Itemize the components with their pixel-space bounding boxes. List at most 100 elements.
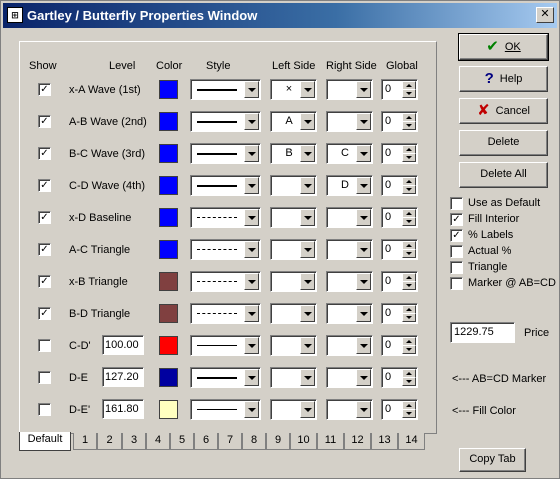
checkbox-box[interactable] [450,245,463,258]
chevron-down-icon[interactable] [244,145,259,162]
tab-2[interactable]: 2 [97,433,122,450]
chevron-down-icon[interactable] [244,337,259,354]
show-checkbox[interactable]: ✓ [38,83,51,96]
tab-14[interactable]: 14 [398,433,425,450]
right-side-dropdown[interactable]: D [326,175,373,196]
left-side-dropdown[interactable] [270,271,317,292]
help-button[interactable]: ? Help [459,66,548,92]
color-swatch[interactable] [159,400,178,419]
spin-down-icon[interactable] [402,281,416,290]
tab-5[interactable]: 5 [170,433,194,450]
style-dropdown[interactable] [190,207,261,228]
chevron-down-icon[interactable] [244,177,259,194]
chevron-down-icon[interactable] [300,401,315,418]
left-side-dropdown[interactable] [270,239,317,260]
close-button[interactable]: ✕ [536,7,554,23]
right-side-dropdown[interactable] [326,239,373,260]
chevron-down-icon[interactable] [356,369,371,386]
style-dropdown[interactable] [190,335,261,356]
spin-down-icon[interactable] [402,185,416,194]
chevron-down-icon[interactable] [356,81,371,98]
chevron-down-icon[interactable] [244,369,259,386]
right-side-dropdown[interactable] [326,335,373,356]
color-swatch[interactable] [159,272,178,291]
style-dropdown[interactable] [190,175,261,196]
style-dropdown[interactable] [190,367,261,388]
global-spinner[interactable]: 0 [381,207,418,228]
checkbox-box[interactable] [450,261,463,274]
global-spinner[interactable]: 0 [381,143,418,164]
checkbox-box[interactable] [450,277,463,290]
left-side-dropdown[interactable]: B [270,143,317,164]
color-swatch[interactable] [159,368,178,387]
right-side-dropdown[interactable] [326,367,373,388]
color-swatch[interactable] [159,304,178,323]
right-side-dropdown[interactable] [326,399,373,420]
spin-down-icon[interactable] [402,89,416,98]
chevron-down-icon[interactable] [356,337,371,354]
show-checkbox[interactable] [38,403,51,416]
color-swatch[interactable] [159,112,178,131]
right-side-dropdown[interactable]: C [326,143,373,164]
chevron-down-icon[interactable] [300,145,315,162]
chevron-down-icon[interactable] [244,401,259,418]
chevron-down-icon[interactable] [356,401,371,418]
global-spinner[interactable]: 0 [381,79,418,100]
chevron-down-icon[interactable] [300,273,315,290]
tab-7[interactable]: 7 [218,433,242,450]
chevron-down-icon[interactable] [356,305,371,322]
chevron-down-icon[interactable] [300,81,315,98]
show-checkbox[interactable] [38,371,51,384]
style-dropdown[interactable] [190,143,261,164]
show-checkbox[interactable]: ✓ [38,275,51,288]
cancel-button[interactable]: ✘ Cancel [459,98,548,124]
chevron-down-icon[interactable] [244,305,259,322]
spin-down-icon[interactable] [402,121,416,130]
checkbox-box[interactable]: ✓ [450,213,463,226]
left-side-dropdown[interactable] [270,367,317,388]
global-spinner[interactable]: 0 [381,335,418,356]
spin-down-icon[interactable] [402,377,416,386]
spin-down-icon[interactable] [402,217,416,226]
show-checkbox[interactable]: ✓ [38,147,51,160]
color-swatch[interactable] [159,208,178,227]
tab-12[interactable]: 12 [344,433,371,450]
chevron-down-icon[interactable] [300,113,315,130]
global-spinner[interactable]: 0 [381,271,418,292]
title-bar[interactable]: ⊞ Gartley / Butterfly Properties Window … [3,3,557,28]
style-dropdown[interactable] [190,239,261,260]
ok-button[interactable]: ✔ OK [458,33,549,61]
left-side-dropdown[interactable] [270,399,317,420]
left-side-dropdown[interactable] [270,207,317,228]
price-input[interactable]: 1229.75 [450,322,515,343]
global-spinner[interactable]: 0 [381,399,418,420]
color-swatch[interactable] [159,80,178,99]
chevron-down-icon[interactable] [356,241,371,258]
show-checkbox[interactable]: ✓ [38,243,51,256]
style-dropdown[interactable] [190,271,261,292]
style-dropdown[interactable] [190,399,261,420]
tab-1[interactable]: 1 [73,433,97,450]
chevron-down-icon[interactable] [356,177,371,194]
global-spinner[interactable]: 0 [381,367,418,388]
chevron-down-icon[interactable] [300,369,315,386]
level-input[interactable]: 161.80 [102,399,144,419]
right-side-dropdown[interactable] [326,303,373,324]
global-spinner[interactable]: 0 [381,239,418,260]
right-side-dropdown[interactable] [326,271,373,292]
checkbox-box[interactable]: ✓ [450,229,463,242]
chevron-down-icon[interactable] [356,145,371,162]
tab-6[interactable]: 6 [194,433,218,450]
tab-8[interactable]: 8 [242,433,266,450]
style-dropdown[interactable] [190,303,261,324]
tab-default[interactable]: Default [19,432,71,451]
tab-13[interactable]: 13 [371,433,398,450]
color-swatch[interactable] [159,176,178,195]
chevron-down-icon[interactable] [244,81,259,98]
style-dropdown[interactable] [190,79,261,100]
chevron-down-icon[interactable] [356,209,371,226]
chevron-down-icon[interactable] [300,241,315,258]
tab-11[interactable]: 11 [317,433,344,450]
chevron-down-icon[interactable] [356,273,371,290]
show-checkbox[interactable]: ✓ [38,115,51,128]
